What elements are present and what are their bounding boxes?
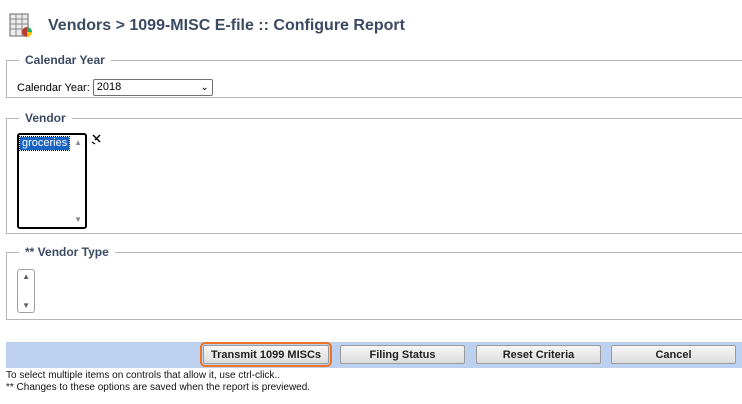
scroll-up-arrow-icon[interactable]: ▲ bbox=[74, 138, 82, 147]
scroll-up-arrow-icon[interactable]: ▲ bbox=[22, 272, 30, 281]
vendor-listbox[interactable]: groceries ▲ ▼ bbox=[17, 133, 87, 229]
calendar-year-select[interactable]: 2018 ⌄ bbox=[92, 79, 213, 96]
chevron-down-icon: ⌄ bbox=[200, 82, 209, 93]
vendor-type-group: ** Vendor Type ▲ ▼ bbox=[6, 244, 742, 320]
cancel-button[interactable]: Cancel bbox=[611, 345, 736, 364]
calendar-year-group: Calendar Year Calendar Year: 2018 ⌄ bbox=[6, 52, 742, 98]
scroll-down-arrow-icon[interactable]: ▼ bbox=[22, 301, 30, 310]
clear-selection-icon[interactable] bbox=[91, 133, 103, 147]
calendar-year-row: Calendar Year: 2018 ⌄ bbox=[17, 79, 213, 96]
calendar-year-value: 2018 bbox=[96, 81, 122, 93]
page-title: Vendors > 1099-MISC E-file :: Configure … bbox=[48, 17, 405, 34]
report-grid-icon bbox=[8, 13, 34, 39]
reset-criteria-button[interactable]: Reset Criteria bbox=[476, 345, 601, 364]
transmit-1099-button[interactable]: Transmit 1099 MISCs bbox=[200, 342, 332, 367]
calendar-year-label: Calendar Year: bbox=[17, 81, 90, 94]
page-header: Vendors > 1099-MISC E-file :: Configure … bbox=[8, 12, 405, 40]
vendor-type-legend: ** Vendor Type bbox=[19, 244, 115, 260]
vendor-group: Vendor groceries ▲ ▼ bbox=[6, 110, 742, 234]
action-toolbar: Transmit 1099 MISCs Filing Status Reset … bbox=[6, 342, 742, 368]
calendar-year-legend: Calendar Year bbox=[19, 52, 111, 68]
filing-status-button[interactable]: Filing Status bbox=[340, 345, 465, 364]
vendor-type-listbox[interactable]: ▲ ▼ bbox=[17, 269, 35, 313]
vendor-option-groceries[interactable]: groceries bbox=[18, 136, 71, 151]
save-options-note: ** Changes to these options are saved wh… bbox=[6, 382, 311, 393]
scroll-down-arrow-icon[interactable]: ▼ bbox=[74, 215, 82, 224]
vendor-legend: Vendor bbox=[19, 110, 72, 126]
multi-select-note: To select multiple items on controls tha… bbox=[6, 370, 280, 381]
